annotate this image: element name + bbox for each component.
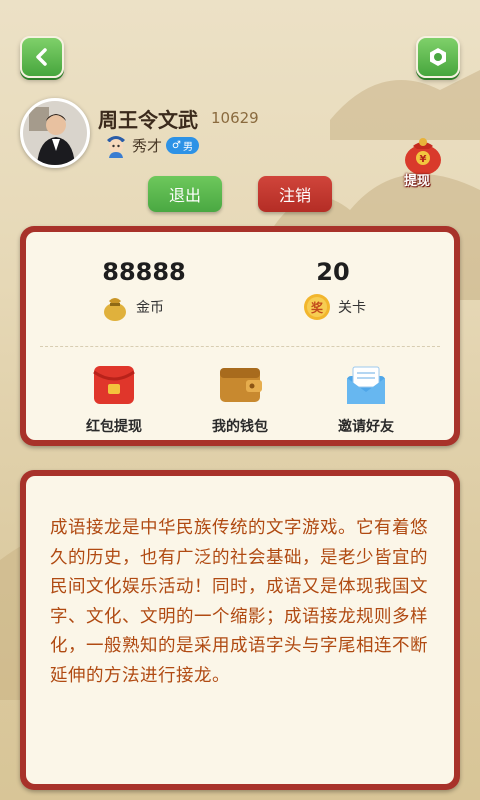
reward-badge-text: 奖 (311, 300, 324, 315)
action-label-red-envelope: 红包提现 (86, 419, 142, 435)
hexagon-nut-icon (430, 48, 446, 66)
user-photo-icon (23, 101, 87, 165)
description-panel: 成语接龙是中华民族传统的文字游戏。它有着悠久的历史，也有广泛的社会基础，是老少皆… (20, 470, 460, 790)
chevron-left-icon (36, 48, 47, 66)
back-button[interactable] (20, 36, 64, 78)
my-wallet-button[interactable]: 我的钱包 (192, 364, 288, 436)
gold-coin-bag-icon (104, 298, 126, 321)
gender-label: 男 (182, 141, 193, 153)
gender-badge: ♂ 男 (166, 136, 199, 154)
level-label: 关卡 (338, 300, 366, 316)
game-description: 成语接龙是中华民族传统的文字游戏。它有着悠久的历史，也有广泛的社会基础，是老少皆… (50, 518, 428, 686)
settings-button[interactable] (416, 36, 460, 78)
user-name: 周王令文武 (98, 108, 198, 132)
invite-friends-button[interactable]: 邀请好友 (318, 364, 414, 436)
level-label-row: 奖 关卡 (302, 292, 366, 322)
scholar-avatar-icon (107, 136, 125, 158)
withdraw-label[interactable]: 提现 (404, 170, 430, 189)
exit-button[interactable]: 退出 (148, 176, 222, 212)
red-envelope-withdraw-button[interactable]: 红包提现 (66, 364, 162, 436)
envelope-invite-icon (347, 366, 385, 404)
coins-stat: 88888 (84, 258, 204, 286)
user-id: 10629 (211, 109, 259, 127)
rank-row: 秀才 ♂ 男 (104, 132, 199, 158)
avatar[interactable] (20, 98, 90, 168)
yuan-symbol: ¥ (420, 154, 427, 165)
reward-medal-icon: 奖 (304, 294, 330, 320)
logout-button[interactable]: 注销 (258, 176, 332, 212)
level-stat: 20 (288, 258, 378, 286)
rank-title: 秀才 (132, 136, 163, 155)
red-envelope-icon (93, 366, 135, 404)
male-symbol-icon: ♂ (172, 139, 181, 151)
coins-label-row: 金币 (100, 292, 164, 322)
wallet-icon (220, 368, 262, 402)
action-label-wallet: 我的钱包 (212, 419, 268, 435)
stats-divider (40, 346, 440, 347)
coins-value: 88888 (102, 258, 186, 286)
level-value: 20 (316, 258, 350, 286)
action-label-invite: 邀请好友 (338, 419, 394, 435)
stats-panel: 88888 金币 20 奖 关卡 红包提现 我的钱包 邀请好友 (20, 226, 460, 446)
coins-label: 金币 (136, 300, 164, 316)
